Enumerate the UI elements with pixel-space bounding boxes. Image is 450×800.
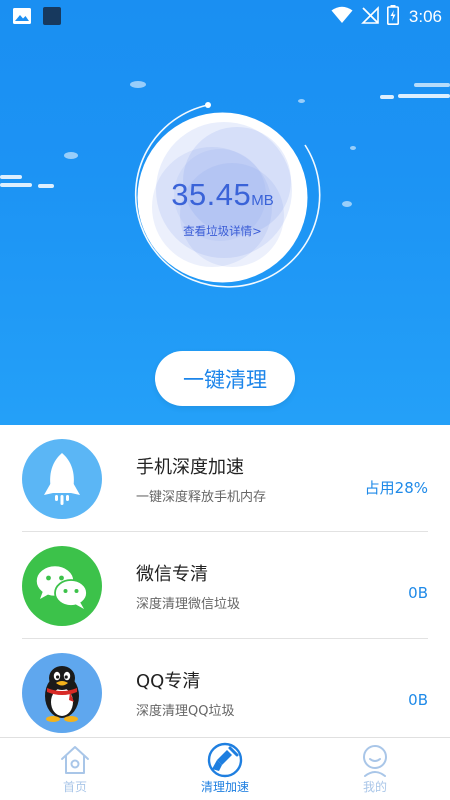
battery-charging-icon bbox=[386, 5, 399, 29]
qq-junk-size: 0B bbox=[408, 691, 428, 709]
feature-list: 手机深度加速 一键深度释放手机内存 占用28% 微信专清 深度清理微信垃圾 0B bbox=[0, 425, 450, 746]
decor-dash bbox=[38, 184, 54, 188]
wechat-junk-size: 0B bbox=[408, 584, 428, 602]
list-item-deep-acceleration[interactable]: 手机深度加速 一键深度释放手机内存 占用28% bbox=[0, 425, 450, 532]
decor-dash bbox=[414, 83, 450, 87]
decor-dash bbox=[0, 183, 32, 187]
list-item-wechat-clean[interactable]: 微信专清 深度清理微信垃圾 0B bbox=[0, 532, 450, 639]
profile-icon bbox=[357, 742, 393, 778]
junk-size-value: 35.45 bbox=[171, 177, 252, 212]
app-square-icon bbox=[42, 6, 62, 30]
memory-usage-value: 占用28% bbox=[364, 479, 428, 497]
decor-dash bbox=[398, 94, 450, 98]
nav-tab-clean-accelerate[interactable]: 清理加速 bbox=[175, 738, 275, 800]
feature-subtitle: 一键深度释放手机内存 bbox=[136, 490, 267, 505]
feature-title: 微信专清 bbox=[136, 564, 208, 585]
clock-time: 3:06 bbox=[408, 7, 442, 26]
image-icon bbox=[12, 6, 32, 30]
nav-tab-mine[interactable]: 我的 bbox=[325, 738, 425, 800]
nav-label-home: 首页 bbox=[62, 780, 87, 794]
junk-size-unit: MB bbox=[251, 192, 274, 209]
one-key-clean-button[interactable]: 一键清理 bbox=[155, 351, 295, 406]
wechat-icon bbox=[22, 546, 102, 626]
no-signal-icon bbox=[360, 6, 379, 28]
home-icon bbox=[57, 742, 93, 778]
nav-label-clean-accelerate: 清理加速 bbox=[200, 780, 249, 794]
bottom-nav: 首页 清理加速 我的 bbox=[0, 737, 450, 800]
feature-title: QQ专清 bbox=[136, 671, 201, 692]
nav-label-mine: 我的 bbox=[362, 780, 387, 794]
nav-tab-home[interactable]: 首页 bbox=[25, 738, 125, 800]
view-junk-details-link[interactable]: 查看垃圾详情> bbox=[120, 223, 325, 239]
status-bar: 3:06 bbox=[0, 0, 450, 32]
broom-icon bbox=[207, 742, 243, 778]
feature-subtitle: 深度清理QQ垃圾 bbox=[136, 704, 235, 719]
decor-dash bbox=[380, 95, 394, 99]
decor-dash bbox=[0, 175, 22, 179]
decor-dot bbox=[130, 81, 146, 88]
junk-size-gauge: 35.45MB 查看垃圾详情> bbox=[120, 95, 325, 300]
list-item-qq-clean[interactable]: QQ专清 深度清理QQ垃圾 0B bbox=[0, 639, 450, 746]
feature-subtitle: 深度清理微信垃圾 bbox=[136, 597, 241, 612]
qq-penguin-icon bbox=[22, 653, 102, 733]
rocket-icon bbox=[22, 439, 102, 519]
wifi-icon bbox=[331, 6, 353, 28]
decor-dot bbox=[342, 201, 352, 207]
decor-dot bbox=[64, 152, 78, 159]
hero-panel: 3:06 35.45MB 查看垃圾详情> 一键清理 bbox=[0, 0, 450, 425]
decor-dot bbox=[350, 146, 356, 150]
feature-title: 手机深度加速 bbox=[136, 457, 244, 478]
junk-size-readout: 35.45MB bbox=[120, 177, 325, 213]
